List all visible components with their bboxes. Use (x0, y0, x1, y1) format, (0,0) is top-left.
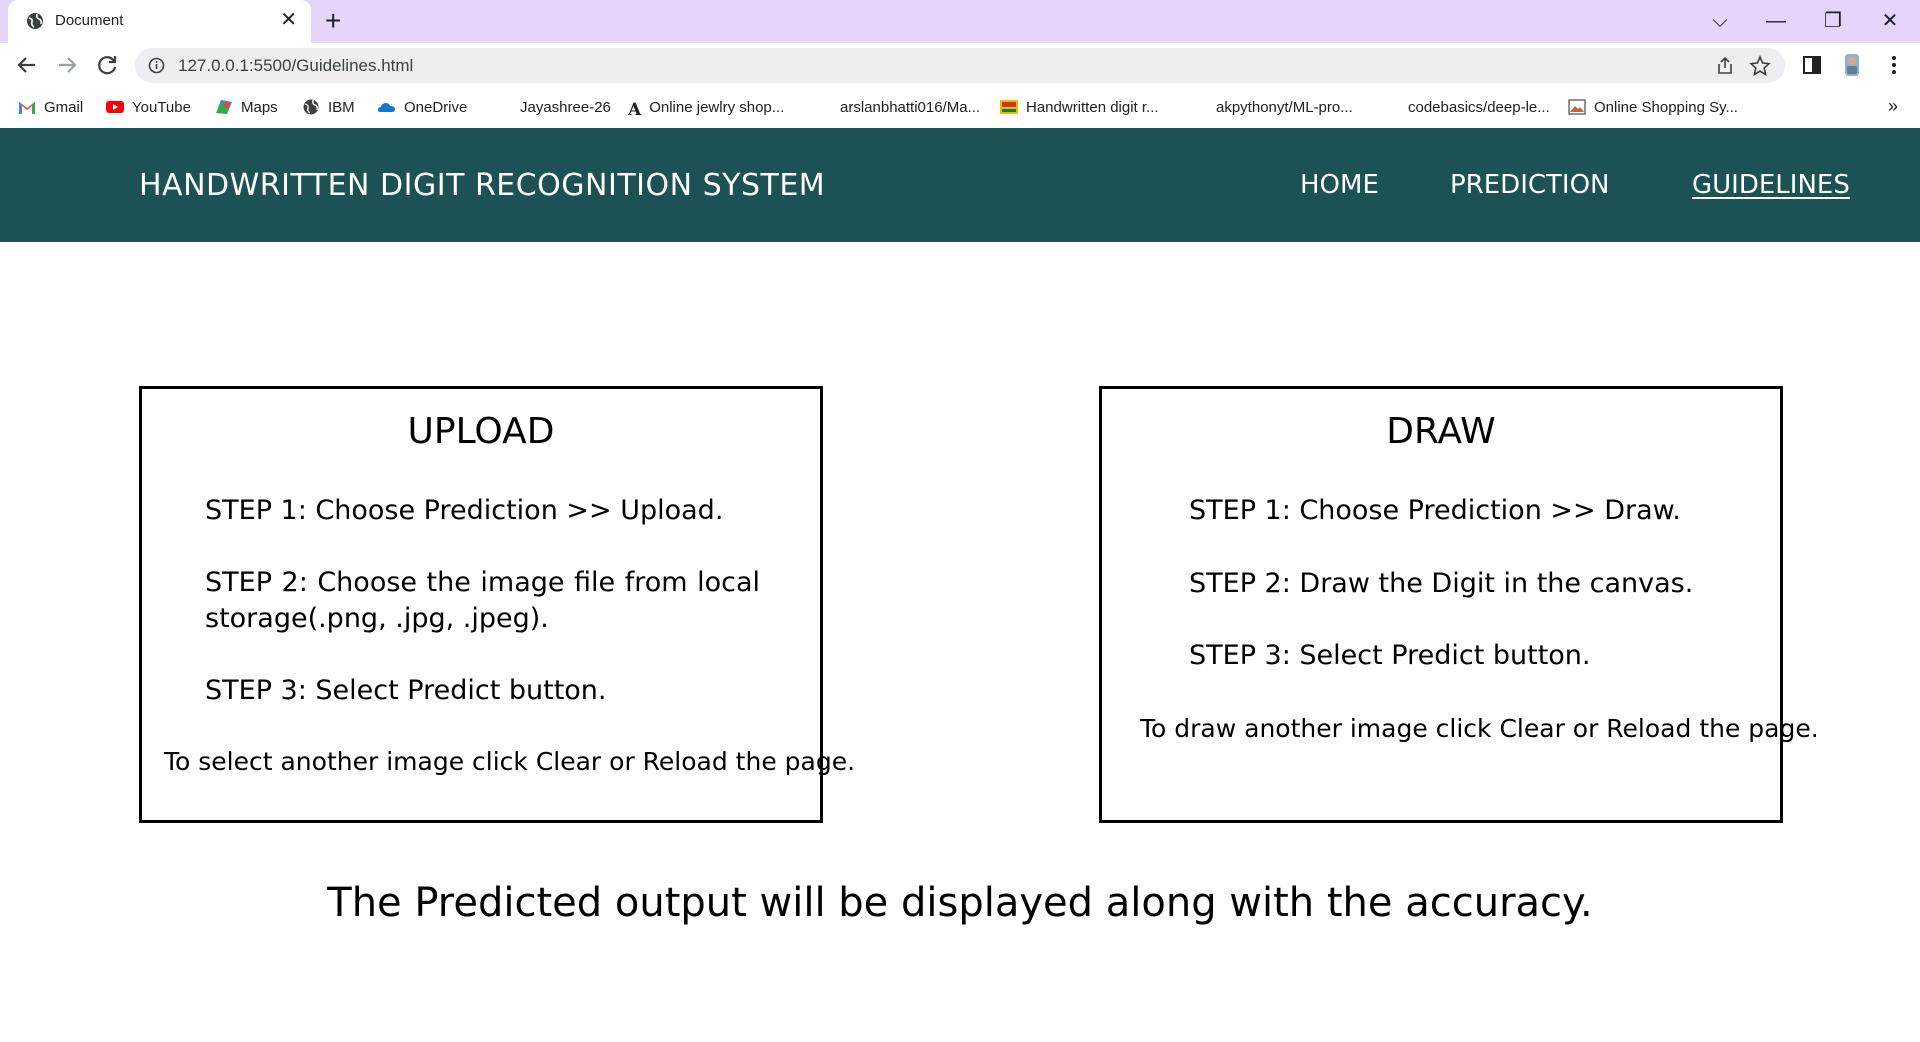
bookmark-youtube[interactable]: YouTube (106, 98, 191, 118)
draw-step-3: STEP 3: Select Predict button. (1189, 640, 1591, 671)
nav-link-home[interactable]: HOME (1300, 170, 1379, 200)
restore-button[interactable]: ❐ (1813, 6, 1853, 36)
prediction-output-note: The Predicted output will be displayed a… (327, 880, 1593, 926)
back-arrow-icon[interactable] (12, 50, 42, 80)
bookmark-maps[interactable]: Maps (215, 98, 278, 118)
browser-tab-document[interactable]: Document ✕ (8, 0, 311, 43)
gmail-icon (19, 102, 35, 114)
draw-card-note: To draw another image click Clear or Rel… (1140, 714, 1819, 743)
upload-card-title: UPLOAD (407, 411, 555, 452)
browser-tab-strip: Document ✕ + ⌵ — ❐ ✕ (0, 0, 1920, 43)
nav-link-prediction[interactable]: PREDICTION (1450, 170, 1609, 200)
bookmark-label: Maps (241, 99, 278, 116)
draw-step-1: STEP 1: Choose Prediction >> Draw. (1189, 495, 1681, 526)
github-icon (1382, 99, 1400, 115)
site-navbar: HANDWRITTEN DIGIT RECOGNITION SYSTEM HOM… (0, 128, 1920, 242)
upload-card-note: To select another image click Clear or R… (164, 747, 856, 776)
bookmark-star-icon[interactable] (1749, 55, 1771, 77)
onedrive-icon (378, 103, 395, 112)
bookmark-jayashree[interactable]: Jayashree-26 (494, 98, 611, 118)
share-icon[interactable] (1715, 56, 1735, 76)
upload-step-2: STEP 2: Choose the image file from local… (205, 567, 760, 634)
github-icon (1190, 99, 1208, 115)
minimize-button[interactable]: — (1756, 6, 1796, 36)
bookmark-codebasics[interactable]: codebasics/deep-le... (1382, 98, 1550, 118)
github-icon (814, 99, 832, 115)
bookmark-label: Gmail (44, 99, 84, 116)
draw-step-2: STEP 2: Draw the Digit in the canvas. (1189, 568, 1694, 599)
upload-step-1: STEP 1: Choose Prediction >> Upload. (205, 495, 724, 526)
bookmark-ibm[interactable]: IBM (302, 98, 355, 118)
more-bookmarks-button[interactable]: » (1888, 96, 1898, 117)
bookmark-jewelry-shop[interactable]: A Online jewlry shop... (628, 98, 785, 120)
upload-guidelines-card: UPLOAD STEP 1: Choose Prediction >> Uplo… (139, 386, 855, 823)
bookmark-label: Handwritten digit r... (1026, 99, 1159, 116)
bookmark-label: codebasics/deep-le... (1408, 99, 1550, 116)
nav-link-guidelines[interactable]: GUIDELINES (1692, 170, 1850, 200)
tab-title: Document (55, 12, 124, 29)
browser-toolbar: 127.0.0.1:5500/Guidelines.html (0, 43, 1920, 88)
site-brand: HANDWRITTEN DIGIT RECOGNITION SYSTEM (139, 168, 826, 203)
image-icon (1568, 99, 1586, 115)
bookmark-label: Online Shopping Sy... (1594, 99, 1738, 116)
close-tab-icon[interactable]: ✕ (280, 9, 297, 31)
close-window-button[interactable]: ✕ (1870, 6, 1910, 36)
github-icon (494, 99, 512, 115)
bookmarks-bar: Gmail YouTube Maps IBM OneDrive Jayashre… (0, 88, 1920, 128)
bookmark-handwritten-digit[interactable]: Handwritten digit r... (1000, 98, 1159, 118)
tab-search-icon[interactable]: ⌵ (1700, 6, 1740, 36)
address-bar[interactable]: 127.0.0.1:5500/Guidelines.html (135, 48, 1785, 83)
side-panel-icon[interactable] (1800, 53, 1824, 77)
bookmark-label: IBM (328, 99, 355, 116)
bookmark-label: OneDrive (404, 99, 468, 116)
bookmark-label: Online jewlry shop... (649, 99, 785, 116)
profile-avatar-icon[interactable] (1840, 53, 1864, 77)
bookmark-online-shopping[interactable]: Online Shopping Sy... (1568, 98, 1738, 118)
bookmark-label: arslanbhatti016/Ma... (840, 99, 981, 116)
bookmark-label: Jayashree-26 (520, 99, 611, 116)
maps-icon (216, 100, 232, 114)
forward-arrow-icon[interactable] (52, 50, 82, 80)
font-a-icon: A (628, 100, 642, 120)
upload-step-3: STEP 3: Select Predict button. (205, 675, 607, 706)
image-icon (1000, 100, 1018, 114)
bookmark-label: akpythonyt/ML-pro... (1216, 99, 1353, 116)
reload-icon[interactable] (92, 50, 122, 80)
draw-card-title: DRAW (1386, 411, 1496, 452)
more-options-icon[interactable] (1882, 53, 1906, 77)
bookmark-onedrive[interactable]: OneDrive (378, 98, 467, 118)
bookmark-label: YouTube (132, 99, 191, 116)
bookmark-arslanbhatti[interactable]: arslanbhatti016/Ma... (814, 98, 980, 118)
globe-icon (27, 13, 43, 29)
site-info-icon[interactable] (148, 57, 165, 74)
new-tab-button[interactable]: + (325, 6, 341, 36)
bookmark-akpythonyt[interactable]: akpythonyt/ML-pro... (1190, 98, 1353, 118)
bookmark-gmail[interactable]: Gmail (18, 98, 83, 118)
globe-icon (303, 99, 319, 115)
url-text: 127.0.0.1:5500/Guidelines.html (178, 56, 414, 75)
youtube-icon (106, 101, 124, 113)
draw-guidelines-card: DRAW STEP 1: Choose Prediction >> Draw. … (1099, 386, 1819, 823)
